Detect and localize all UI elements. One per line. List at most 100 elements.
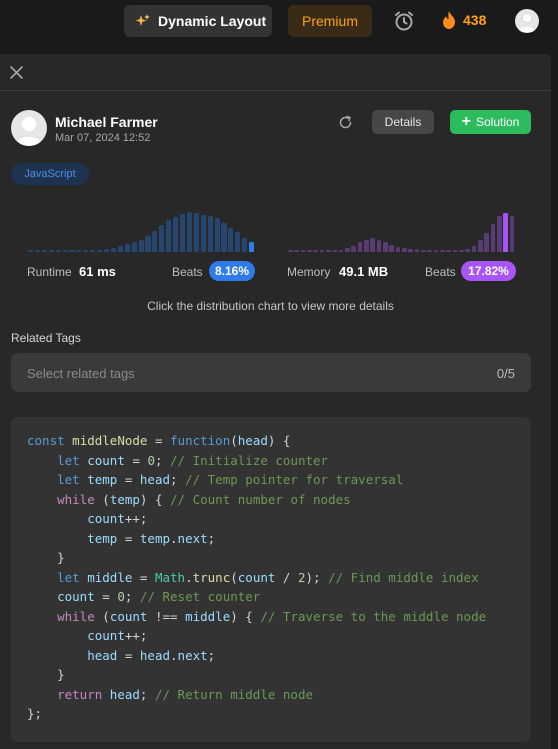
distribution-bar [69,250,75,252]
distribution-bar [62,250,68,252]
distribution-bar [389,245,394,252]
distribution-bar [478,240,483,252]
distribution-bar [186,211,192,252]
distribution-bar [41,250,47,252]
code-block[interactable]: const middleNode = function(head) { let … [11,417,531,742]
distribution-bar [180,213,186,252]
distribution-bar [117,246,123,252]
distribution-bar [207,216,213,252]
memory-beats-badge: 17.82% [461,261,516,281]
distribution-bar [490,224,496,252]
runtime-value: 61 ms [79,264,116,279]
distribution-bar [452,250,458,252]
dynamic-layout-label: Dynamic Layout [158,13,267,29]
runtime-label: Runtime [27,265,72,279]
distribution-bar [288,250,293,252]
distribution-bar [471,246,477,252]
distribution-bar [465,249,470,252]
distribution-bar [338,250,344,252]
distribution-bar [414,249,420,252]
details-button[interactable]: Details [372,110,434,134]
distribution-bar [351,246,356,252]
distribution-bar [294,250,299,252]
distribution-bar [34,250,40,252]
language-tag[interactable]: JavaScript [11,163,89,185]
distribution-bar [152,230,158,252]
distribution-bar [307,250,312,252]
alarm-clock-icon[interactable] [393,10,415,32]
distribution-bar [345,248,350,252]
runtime-distribution-chart[interactable] [28,204,256,252]
runtime-beats-label: Beats [172,265,203,279]
distribution-bar [370,237,375,252]
user-silhouette-icon [518,13,536,32]
distribution-bar [200,214,206,252]
distribution-bar [509,216,515,252]
sparkle-icon [136,14,150,26]
premium-button[interactable]: Premium [288,5,372,37]
distribution-bar [173,217,179,252]
distribution-bar [145,235,151,252]
close-icon[interactable] [10,66,23,79]
related-tags-title: Related Tags [11,331,81,345]
distribution-bar [228,228,234,252]
distribution-bar [55,250,61,252]
distribution-bar [326,250,331,252]
distribution-bar [313,250,318,252]
distribution-bar [408,249,413,252]
distribution-bar [221,223,227,252]
author-avatar[interactable] [11,110,47,146]
distribution-bar [110,248,116,252]
distribution-bar [242,237,248,252]
solution-label: Solution [475,115,520,129]
related-tags-select[interactable]: Select related tags 0/5 [11,353,531,392]
user-avatar[interactable] [515,9,539,33]
distribution-bar [376,239,382,252]
solution-button[interactable]: + Solution [450,110,531,134]
distribution-hint: Click the distribution chart to view mor… [147,299,394,313]
distribution-bar [214,218,220,252]
distribution-bar [193,212,199,252]
plus-icon: + [461,113,471,130]
distribution-bar [76,250,82,252]
memory-beats-label: Beats [425,265,456,279]
memory-value: 49.1 MB [339,264,389,279]
distribution-bar [503,212,508,252]
runtime-beats-badge: 8.16% [209,261,255,281]
distribution-bar [421,250,426,252]
distribution-bar [459,250,464,252]
distribution-bar [364,239,369,252]
distribution-bar [48,250,54,252]
distribution-bar [104,249,110,252]
fire-streak-icon [443,11,455,29]
distribution-bar [402,248,407,252]
related-tags-placeholder: Select related tags [27,366,135,381]
distribution-bar [97,250,103,252]
dynamic-layout-button[interactable]: Dynamic Layout [124,5,272,37]
author-name[interactable]: Michael Farmer [55,114,158,130]
distribution-bar [159,225,165,252]
distribution-bar [497,216,502,252]
distribution-bar [427,250,432,252]
distribution-bar [131,242,137,252]
distribution-bar [332,250,337,252]
distribution-bar [357,242,363,252]
memory-distribution-chart[interactable] [288,204,516,252]
distribution-bar [249,242,255,252]
refresh-icon[interactable] [338,115,353,130]
source-code[interactable]: const middleNode = function(head) { let … [27,431,486,724]
streak-count[interactable]: 438 [463,12,486,28]
distribution-bar [446,250,451,252]
submission-detail-panel: Michael Farmer Mar 07, 2024 12:52 Detail… [0,54,551,749]
distribution-bar [440,250,445,252]
distribution-bar [484,232,489,252]
related-tags-count: 0/5 [496,366,515,381]
distribution-bar [433,250,439,252]
panel-header [0,54,551,91]
distribution-bar [166,220,172,252]
user-silhouette-icon [15,117,43,146]
distribution-bar [300,250,306,252]
distribution-bar [124,244,130,252]
distribution-bar [90,250,96,252]
distribution-bar [395,247,401,252]
